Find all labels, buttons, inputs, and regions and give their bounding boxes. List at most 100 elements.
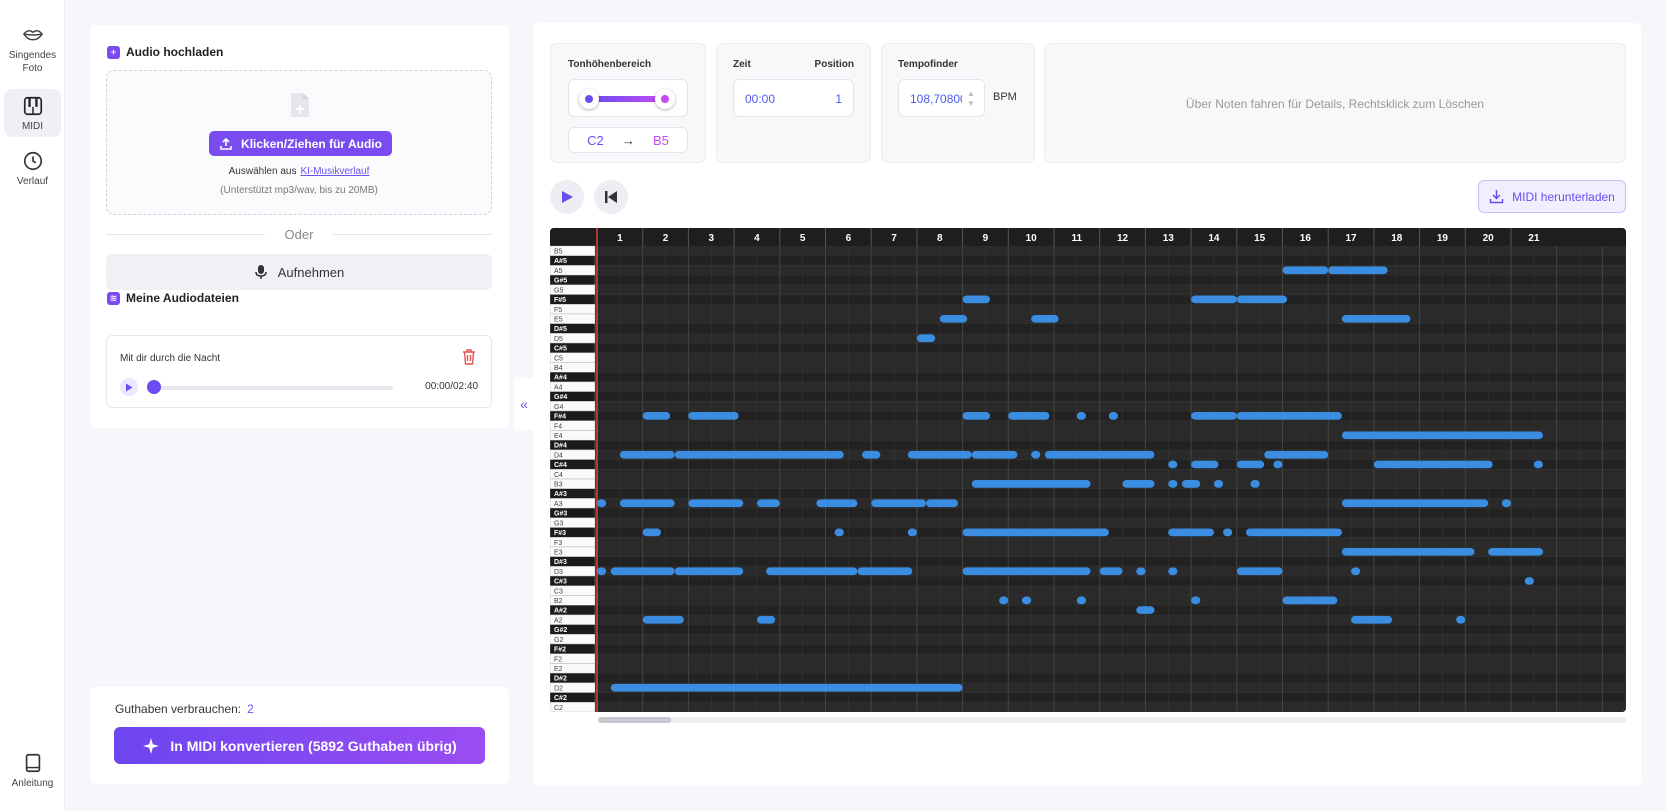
scrollbar-thumb[interactable] <box>598 717 671 723</box>
midi-note[interactable] <box>610 567 675 576</box>
audio-file-item[interactable]: Mit dir durch die Nacht 00:00/02:40 <box>106 335 492 408</box>
midi-note[interactable] <box>916 334 936 343</box>
midi-note[interactable] <box>619 499 675 508</box>
midi-note[interactable] <box>1031 314 1059 323</box>
nav-item-singing-photo[interactable]: Singendes Foto <box>4 24 61 75</box>
ai-music-history-link[interactable]: KI-Musikverlauf <box>300 166 369 177</box>
midi-note[interactable] <box>1136 567 1146 576</box>
collapse-panel-button[interactable]: « <box>514 378 534 430</box>
midi-note[interactable] <box>1236 412 1342 420</box>
midi-note[interactable] <box>1108 412 1118 420</box>
piano-roll-scrollbar[interactable] <box>598 717 1626 723</box>
midi-note[interactable] <box>1022 596 1032 605</box>
midi-note[interactable] <box>1076 596 1086 605</box>
midi-note[interactable] <box>1008 412 1050 420</box>
midi-note[interactable] <box>756 615 776 624</box>
midi-note[interactable] <box>1031 450 1041 459</box>
midi-note[interactable] <box>862 450 881 459</box>
midi-note[interactable] <box>1136 606 1155 614</box>
pitch-range-slider[interactable] <box>568 79 688 117</box>
rewind-button[interactable] <box>594 180 628 214</box>
play-button[interactable] <box>550 180 584 214</box>
midi-note[interactable] <box>816 499 858 508</box>
midi-note[interactable] <box>1076 412 1086 420</box>
midi-note[interactable] <box>962 528 1109 537</box>
midi-note[interactable] <box>1236 460 1265 469</box>
midi-note[interactable] <box>688 499 744 508</box>
midi-note[interactable] <box>962 412 991 420</box>
midi-note[interactable] <box>619 450 675 459</box>
midi-note[interactable] <box>1488 547 1543 556</box>
midi-note[interactable] <box>1533 460 1543 469</box>
midi-note[interactable] <box>907 450 972 459</box>
midi-note[interactable] <box>610 683 963 692</box>
midi-note[interactable] <box>1223 528 1233 537</box>
midi-note[interactable] <box>1273 460 1283 469</box>
midi-note[interactable] <box>1168 460 1178 469</box>
midi-note[interactable] <box>1250 480 1260 488</box>
midi-note[interactable] <box>597 567 607 576</box>
convert-to-midi-button[interactable]: In MIDI konvertieren (5892 Guthaben übri… <box>114 727 485 764</box>
midi-note[interactable] <box>907 528 917 537</box>
midi-note[interactable] <box>597 499 607 508</box>
time-position-field[interactable]: 00:00 1 <box>733 79 854 117</box>
midi-note[interactable] <box>1044 450 1155 459</box>
midi-note[interactable] <box>1191 596 1201 605</box>
upload-audio-button[interactable]: Klicken/Ziehen für Audio <box>209 131 392 156</box>
midi-note[interactable] <box>834 528 844 537</box>
midi-note[interactable] <box>1245 528 1342 537</box>
midi-note[interactable] <box>1168 480 1178 488</box>
midi-note[interactable] <box>688 412 739 420</box>
midi-note[interactable] <box>642 615 684 624</box>
midi-note[interactable] <box>1191 412 1237 420</box>
trash-icon[interactable] <box>461 348 477 366</box>
tempo-input[interactable]: 108,70800 ▲ ▼ <box>898 79 985 117</box>
midi-note[interactable] <box>1191 460 1219 469</box>
piano-roll-canvas[interactable]: 1 2 3 4 5 6 7 8 9 10 11 12 13 14 15 16 17 18 19 20 21B5A#5A5… <box>550 228 1626 712</box>
midi-note[interactable] <box>642 412 671 420</box>
midi-note[interactable] <box>971 480 1091 488</box>
midi-note[interactable] <box>674 567 744 576</box>
midi-note[interactable] <box>1236 295 1288 304</box>
midi-note[interactable] <box>1282 596 1338 605</box>
midi-note[interactable] <box>1122 480 1155 488</box>
midi-note[interactable] <box>1351 567 1361 576</box>
midi-note[interactable] <box>999 596 1009 605</box>
midi-note[interactable] <box>756 499 780 508</box>
midi-note[interactable] <box>962 295 991 304</box>
midi-note[interactable] <box>1373 460 1493 469</box>
midi-note[interactable] <box>674 450 844 459</box>
midi-note[interactable] <box>1168 567 1178 576</box>
download-midi-button[interactable]: MIDI herunterladen <box>1478 180 1626 213</box>
midi-note[interactable] <box>1099 567 1123 576</box>
midi-note[interactable] <box>766 567 858 576</box>
audio-dropzone[interactable]: Klicken/Ziehen für Audio Auswählen aus KI… <box>106 70 492 215</box>
nav-item-guide[interactable]: Anleitung <box>4 752 61 790</box>
midi-note[interactable] <box>1236 567 1283 576</box>
midi-note[interactable] <box>1341 499 1489 508</box>
tempo-spinner-icon[interactable]: ▲ ▼ <box>966 89 976 109</box>
midi-note[interactable] <box>1213 480 1224 488</box>
audio-seek-handle[interactable] <box>147 380 161 394</box>
midi-note[interactable] <box>1501 499 1511 508</box>
midi-note[interactable] <box>939 314 968 323</box>
midi-note[interactable] <box>642 528 661 537</box>
midi-note[interactable] <box>857 567 913 576</box>
piano-roll[interactable]: 1 2 3 4 5 6 7 8 9 10 11 12 13 14 15 16 17 18 19 20 21 B5 A#5 A5… <box>550 228 1626 712</box>
midi-note[interactable] <box>962 567 1091 576</box>
midi-note[interactable] <box>1191 295 1237 304</box>
midi-note[interactable] <box>971 450 1018 459</box>
pitch-low-handle[interactable] <box>579 89 599 109</box>
midi-note[interactable] <box>1328 266 1388 275</box>
midi-note[interactable] <box>871 499 927 508</box>
audio-seek-bar[interactable] <box>149 386 393 390</box>
record-button[interactable]: Aufnehmen <box>106 254 492 290</box>
nav-item-history[interactable]: Verlauf <box>4 150 61 188</box>
midi-note[interactable] <box>1524 577 1534 585</box>
midi-note[interactable] <box>1456 615 1466 624</box>
midi-note[interactable] <box>1264 450 1329 459</box>
midi-note[interactable] <box>1341 431 1543 440</box>
midi-note[interactable] <box>1181 480 1201 488</box>
midi-note[interactable] <box>1341 314 1411 323</box>
nav-item-midi[interactable]: MIDI <box>4 89 61 137</box>
